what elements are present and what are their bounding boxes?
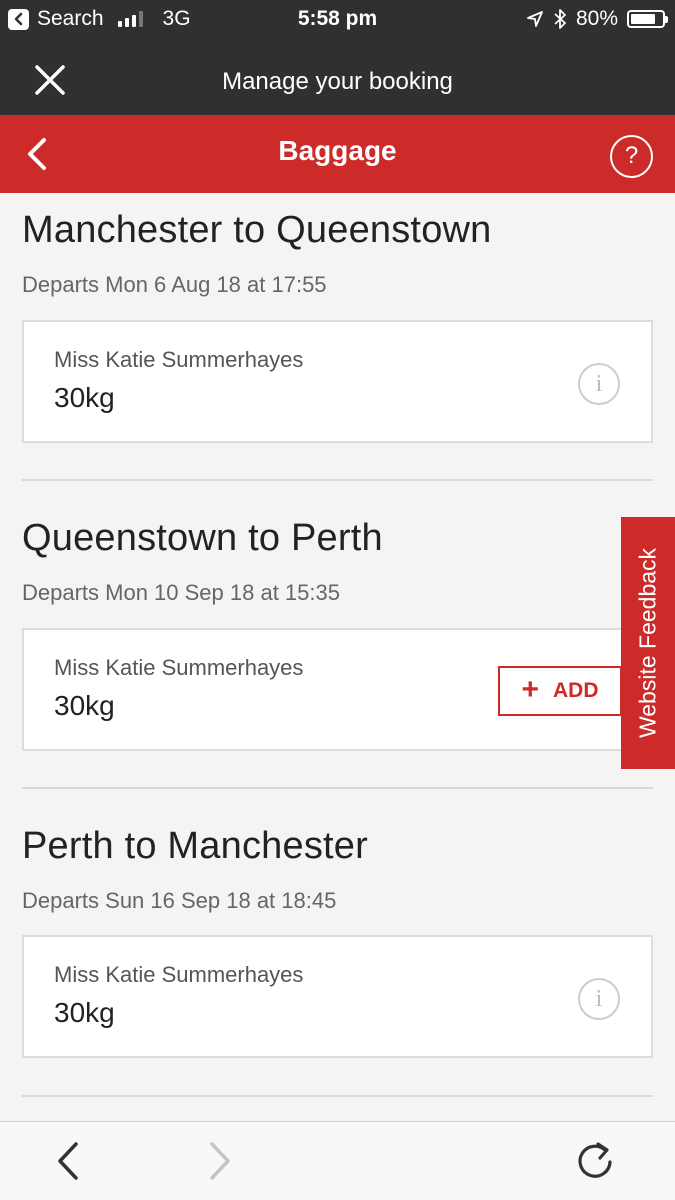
baggage-allowance: 30kg xyxy=(54,690,115,721)
route-title: Manchester to Queenstown xyxy=(22,209,492,251)
route-departure: Departs Mon 10 Sep 18 at 15:35 xyxy=(22,580,340,605)
passenger-baggage-card: Miss Katie Summerhayes 30kg i xyxy=(22,320,653,443)
route-section: Manchester to Queenstown Departs Mon 6 A… xyxy=(22,209,653,298)
help-button[interactable]: ? xyxy=(610,135,653,178)
passenger-baggage-card: Miss Katie Summerhayes 30kg i xyxy=(22,935,653,1058)
reload-icon xyxy=(578,1142,612,1178)
status-right: 80% xyxy=(526,6,668,32)
battery-icon xyxy=(627,10,668,28)
route-section: Queenstown to Perth Departs Mon 10 Sep 1… xyxy=(22,517,653,606)
info-icon[interactable]: i xyxy=(578,363,620,405)
plus-icon: + xyxy=(521,672,540,706)
website-feedback-tab[interactable]: Website Feedback xyxy=(621,517,675,769)
website-feedback-label: Website Feedback xyxy=(634,547,661,739)
browser-toolbar xyxy=(0,1121,675,1200)
battery-percent: 80% xyxy=(575,7,618,30)
booking-title: Manage your booking xyxy=(222,68,453,95)
passenger-name: Miss Katie Summerhayes xyxy=(54,655,304,680)
location-arrow-icon xyxy=(527,11,543,27)
battery-level xyxy=(631,14,655,24)
route-title: Queenstown to Perth xyxy=(22,517,383,559)
forward-icon xyxy=(210,1142,230,1180)
add-baggage-button[interactable]: + ADD xyxy=(498,666,622,716)
passenger-name: Miss Katie Summerhayes xyxy=(54,347,304,372)
baggage-allowance: 30kg xyxy=(54,997,115,1028)
passenger-name: Miss Katie Summerhayes xyxy=(54,962,304,987)
add-baggage-label: ADD xyxy=(553,679,599,702)
browser-reload-button[interactable] xyxy=(575,1140,617,1182)
browser-back-button[interactable] xyxy=(48,1140,90,1182)
info-icon[interactable]: i xyxy=(578,978,620,1020)
section-divider xyxy=(22,1095,653,1097)
status-bar: Search 3G 5:58 pm 80% xyxy=(0,0,675,38)
baggage-nav-bar: Baggage ? xyxy=(0,115,675,193)
route-section: Perth to Manchester Departs Sun 16 Sep 1… xyxy=(22,825,653,914)
baggage-list: Manchester to Queenstown Departs Mon 6 A… xyxy=(0,193,675,1121)
page-title: Baggage xyxy=(278,135,397,166)
back-icon xyxy=(58,1142,78,1180)
route-title: Perth to Manchester xyxy=(22,825,368,867)
section-divider xyxy=(22,787,653,789)
baggage-allowance: 30kg xyxy=(54,382,115,413)
booking-header: Manage your booking xyxy=(0,38,675,115)
section-divider xyxy=(22,479,653,481)
route-departure: Departs Mon 6 Aug 18 at 17:55 xyxy=(22,272,327,297)
route-departure: Departs Sun 16 Sep 18 at 18:45 xyxy=(22,888,337,913)
passenger-baggage-card: Miss Katie Summerhayes 30kg + ADD xyxy=(22,628,653,751)
bluetooth-icon xyxy=(554,9,566,29)
browser-forward-button[interactable] xyxy=(198,1140,240,1182)
